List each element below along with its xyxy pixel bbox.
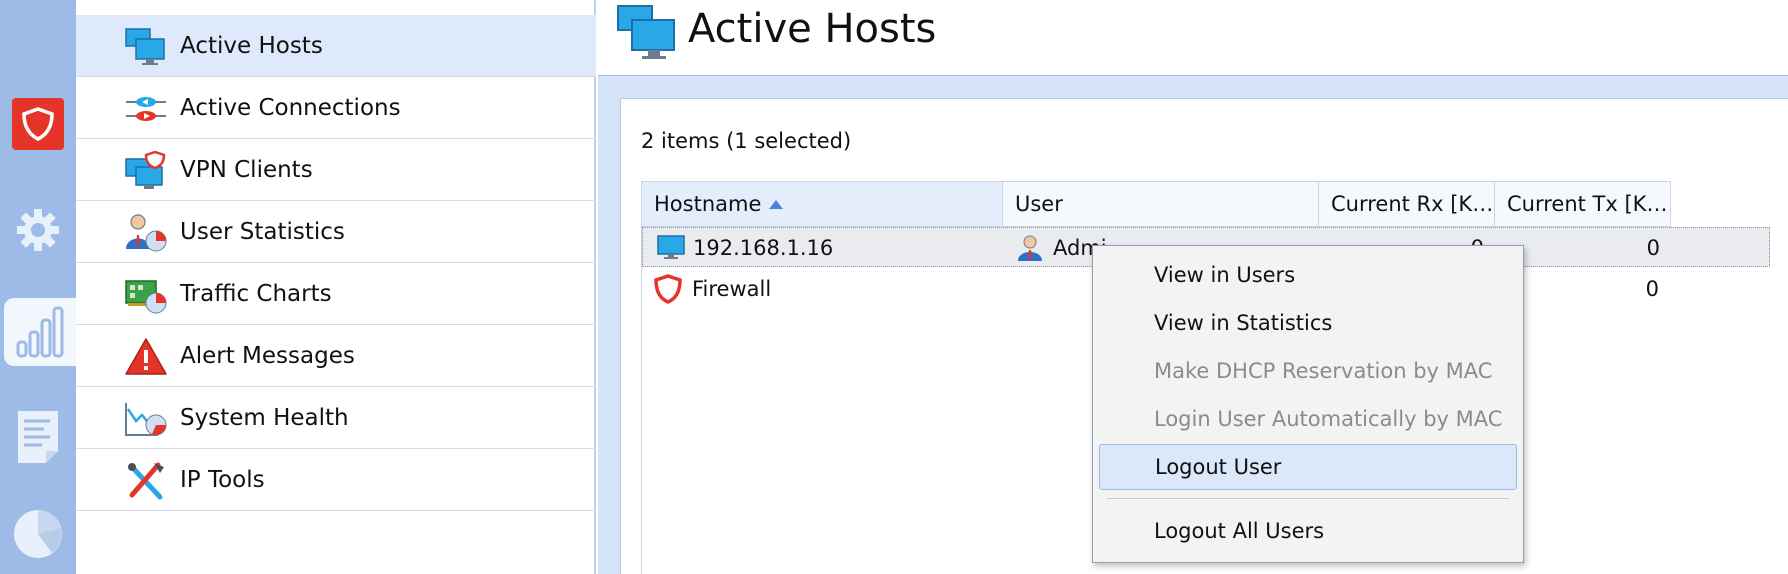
alert-icon (125, 338, 167, 375)
nav-item-system-health[interactable]: System Health (76, 387, 596, 449)
shield-icon (12, 98, 64, 150)
pie-chart-icon (14, 510, 62, 558)
hosts-icon (617, 5, 675, 59)
statistics-rail-button[interactable] (0, 500, 76, 568)
column-header-label: Current Tx [K… (1507, 192, 1668, 216)
menu-item-label: View in Statistics (1154, 311, 1333, 335)
nav-item-user-statistics[interactable]: User Statistics (76, 201, 596, 263)
menu-item-label: Make DHCP Reservation by MAC (1154, 359, 1493, 383)
column-header-user[interactable]: User (1003, 181, 1319, 227)
nav-item-label: Alert Messages (180, 342, 355, 369)
nav-item-traffic-charts[interactable]: Traffic Charts (76, 263, 596, 325)
nav-item-label: IP Tools (180, 466, 265, 493)
traffic-charts-icon (125, 280, 167, 314)
app-rail (0, 0, 76, 574)
nav-item-active-connections[interactable]: Active Connections (76, 77, 596, 139)
nav-item-label: User Statistics (180, 218, 345, 245)
reports-rail-button[interactable] (0, 402, 76, 470)
nav-item-label: Active Connections (180, 94, 401, 121)
bar-chart-icon (16, 306, 64, 358)
menu-item-view-in-users[interactable]: View in Users (1099, 252, 1517, 298)
context-menu: View in Users View in Statistics Make DH… (1092, 245, 1524, 563)
nav-item-active-hosts[interactable]: Active Hosts (76, 15, 596, 77)
monitoring-nav: Active Hosts Active Connections VPN Clie… (76, 0, 596, 574)
menu-item-label: Login User Automatically by MAC (1154, 407, 1503, 431)
menu-item-logout-user[interactable]: Logout User (1099, 444, 1517, 490)
menu-separator (1107, 498, 1509, 499)
menu-item-logout-all-users[interactable]: Logout All Users (1099, 508, 1517, 554)
menu-item-label: Logout User (1155, 455, 1282, 479)
user-icon (1018, 235, 1042, 261)
firewall-shield-rail-button[interactable] (0, 90, 76, 158)
vpn-clients-icon (125, 151, 166, 189)
connections-icon (126, 97, 166, 121)
column-header-current-rx[interactable]: Current Rx [K… (1319, 181, 1495, 227)
page-header: Active Hosts (598, 0, 1788, 76)
nav-item-label: System Health (180, 404, 349, 431)
gear-icon (17, 209, 59, 251)
row-icon (657, 228, 691, 268)
column-header-current-tx[interactable]: Current Tx [K… (1495, 181, 1671, 227)
items-count: 2 items (1 selected) (641, 129, 852, 153)
nav-item-vpn-clients[interactable]: VPN Clients (76, 139, 596, 201)
nav-item-alert-messages[interactable]: Alert Messages (76, 325, 596, 387)
menu-item-label: View in Users (1154, 263, 1296, 287)
ip-tools-icon (128, 462, 164, 500)
settings-rail-button[interactable] (0, 196, 76, 264)
sort-ascending-icon (769, 199, 784, 209)
row-icon (654, 269, 688, 309)
column-header-label: Current Rx [K… (1331, 192, 1494, 216)
hostname-cell: Firewall (692, 277, 772, 301)
column-header-label: Hostname (654, 192, 762, 216)
user-statistics-icon (126, 214, 167, 252)
nav-item-label: Active Hosts (180, 32, 323, 59)
menu-item-make-dhcp-reservation: Make DHCP Reservation by MAC (1099, 348, 1517, 394)
nav-item-label: VPN Clients (180, 156, 313, 183)
monitor-icon (657, 235, 685, 259)
system-health-icon (125, 403, 167, 436)
firewall-shield-icon (654, 274, 682, 304)
user-icon-cell (1017, 228, 1047, 268)
column-header-label: User (1015, 192, 1063, 216)
nav-item-label: Traffic Charts (180, 280, 332, 307)
hosts-icon (125, 28, 165, 65)
column-header-hostname[interactable]: Hostname (642, 181, 1003, 227)
menu-item-label: Logout All Users (1154, 519, 1325, 543)
menu-item-view-in-statistics[interactable]: View in Statistics (1099, 300, 1517, 346)
menu-item-login-user-automatically: Login User Automatically by MAC (1099, 396, 1517, 442)
hostname-cell: 192.168.1.16 (693, 236, 834, 260)
document-icon (18, 411, 58, 463)
page-title: Active Hosts (688, 6, 937, 52)
nav-item-ip-tools[interactable]: IP Tools (76, 449, 596, 511)
monitoring-rail-button[interactable] (4, 298, 76, 366)
